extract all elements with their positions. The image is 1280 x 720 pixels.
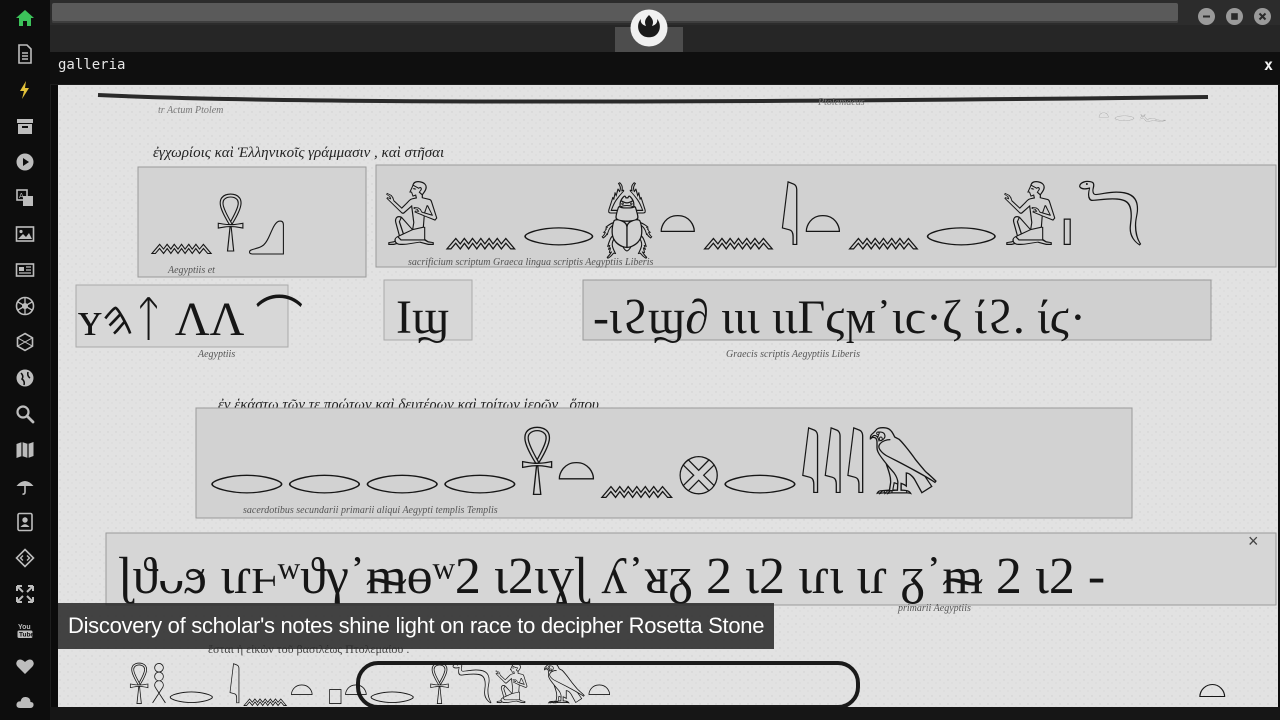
translate-icon: A xyxy=(16,189,33,206)
expand-icon xyxy=(16,585,34,603)
svg-text:‑ιϩϣ∂ ιιι ιιΓϛϻ᾽ιϲ·ζ ίϩ. ίϛ·: ‑ιϩϣ∂ ιιι ιιΓϛϻ᾽ιϲ·ζ ίϩ. ίϛ· xyxy=(593,291,1086,344)
sidebar: A You Tube xyxy=(0,0,51,720)
svg-text:𓏏 𓂋 𓆑: 𓏏 𓂋 𓆑 xyxy=(1098,105,1167,125)
svg-text:𓂋𓂋𓂋𓂋𓋹𓏏𓈖𓊖𓂋𓇋𓇋𓇋𓅃: 𓂋𓂋𓂋𓂋𓋹𓏏𓈖𓊖𓂋𓇋𓇋𓇋𓅃 xyxy=(208,426,940,509)
home-icon xyxy=(16,10,34,26)
sidebar-item-document[interactable] xyxy=(8,39,42,69)
sidebar-item-image[interactable] xyxy=(8,219,42,249)
svg-text:⌓: ⌓ xyxy=(1198,665,1226,706)
sidebar-item-translate[interactable]: A xyxy=(8,183,42,213)
close-icon xyxy=(1258,12,1267,21)
svg-text:tr Actum Ptolem: tr Actum Ptolem xyxy=(158,105,223,116)
document-icon xyxy=(18,44,32,64)
panel-header: galleria x xyxy=(50,52,1280,85)
sidebar-item-home[interactable] xyxy=(8,3,42,33)
newspaper-icon xyxy=(15,263,35,277)
top-bar xyxy=(50,0,1280,52)
sidebar-item-play[interactable] xyxy=(8,147,42,177)
image-close-button[interactable]: × xyxy=(1248,531,1259,551)
lightning-icon xyxy=(20,81,29,99)
code-icon xyxy=(15,548,35,568)
svg-text:ɭϑᴗϧ ɩɾⱶʷϑγ᾽ᵯɵʷ2 ɩ2ɩɣɭ ʎ᾽ᴚᵹ 2: ɭϑᴗϧ ɩɾⱶʷϑγ᾽ᵯɵʷ2 ɩ2ɩɣɭ ʎ᾽ᴚᵹ 2 ɩ2 ɩɾɩ ɩɾ … xyxy=(118,548,1105,605)
sidebar-item-globe[interactable] xyxy=(8,363,42,393)
bottom-strip xyxy=(50,707,1280,720)
address-bar[interactable] xyxy=(52,3,1178,23)
cloud-icon xyxy=(16,696,34,708)
sidebar-item-archive[interactable] xyxy=(8,111,42,141)
svg-text:Ptolemaeus: Ptolemaeus xyxy=(817,97,865,108)
sidebar-item-cloud[interactable] xyxy=(8,687,42,717)
sidebar-item-search[interactable] xyxy=(8,399,42,429)
close-window-button[interactable] xyxy=(1254,8,1271,25)
minus-icon xyxy=(1203,15,1210,18)
youtube-icon: YouTube xyxy=(17,624,34,639)
svg-text:Graecis scriptis: Graecis scriptis Aegyptiis Liberis xyxy=(726,349,860,360)
contact-icon xyxy=(17,512,33,532)
square-icon xyxy=(1231,13,1238,20)
globe-icon xyxy=(16,369,34,387)
rebel-icon xyxy=(15,296,35,316)
svg-text:sacerdotibus secundarii: sacerdotibus secundarii primarii aliqui … xyxy=(243,505,498,516)
svg-text:𓀀𓈖𓂋𓆣𓏏𓈖𓇋𓏏𓈖𓂋𓀀𓏤𓆓: 𓀀𓈖𓂋𓆣𓏏𓈖𓇋𓏏𓈖𓂋𓀀𓏤𓆓 xyxy=(383,180,1146,261)
svg-text:Iϣ: Iϣ xyxy=(396,291,449,344)
greek-line-1: ἐγχωρίοις καὶ Ἑλληνικοῖς γράμμασιν , καὶ… xyxy=(153,145,444,161)
image-caption: Discovery of scholar's notes shine light… xyxy=(58,603,775,649)
svg-text:primarii Aegyptiis: primarii Aegyptiis xyxy=(897,603,971,614)
sidebar-item-youtube[interactable]: You Tube xyxy=(8,615,42,645)
sidebar-item-map[interactable] xyxy=(8,435,42,465)
sidebar-item-umbrella[interactable] xyxy=(8,471,42,501)
sidebar-item-favorites[interactable] xyxy=(8,651,42,681)
svg-text:You: You xyxy=(18,624,31,631)
minimize-button[interactable] xyxy=(1198,8,1215,25)
svg-text:Aegyptiis: Aegyptiis xyxy=(197,349,235,360)
rebel-alliance-icon[interactable] xyxy=(630,9,668,47)
svg-text:sacrificium scriptum: sacrificium scriptum Graeca lingua scrip… xyxy=(408,257,653,268)
sidebar-item-code[interactable] xyxy=(8,543,42,573)
image-icon xyxy=(15,226,35,242)
sidebar-item-expand[interactable] xyxy=(8,579,42,609)
svg-text:𓋹𓎛𓂋 𓇋𓈖𓏏 𓊪𓏏𓂋 𓋹𓆓𓀀 𓅃: 𓋹𓎛𓂋 𓇋𓈖𓏏 𓊪𓏏𓂋 𓋹𓆓𓀀 𓅃𓏏 xyxy=(128,662,612,707)
search-icon xyxy=(16,405,35,424)
play-icon xyxy=(16,153,34,171)
archive-icon xyxy=(17,119,33,134)
sidebar-item-flash[interactable] xyxy=(8,75,42,105)
panel-close-button[interactable]: x xyxy=(1264,56,1273,74)
sidebar-item-news[interactable] xyxy=(8,255,42,285)
sidebar-item-hexagon[interactable] xyxy=(8,327,42,357)
hexagon-icon xyxy=(16,332,34,352)
sidebar-item-rebel[interactable] xyxy=(8,291,42,321)
panel-title: galleria xyxy=(58,57,126,73)
umbrella-icon xyxy=(16,481,34,495)
svg-text:ʏ𐤄ᛏ ΛΛ ⌒: ʏ𐤄ᛏ ΛΛ ⌒ xyxy=(78,293,303,346)
svg-text:A: A xyxy=(19,193,24,200)
svg-text:Tube: Tube xyxy=(19,632,34,639)
heart-icon xyxy=(16,659,34,674)
svg-text:𓈖𓋹𓈎: 𓈖𓋹𓈎 xyxy=(148,194,287,264)
sidebar-item-contact[interactable] xyxy=(8,507,42,537)
svg-text:Aegyptiis et: Aegyptiis et xyxy=(167,265,215,276)
map-icon xyxy=(16,442,34,458)
maximize-button[interactable] xyxy=(1226,8,1243,25)
